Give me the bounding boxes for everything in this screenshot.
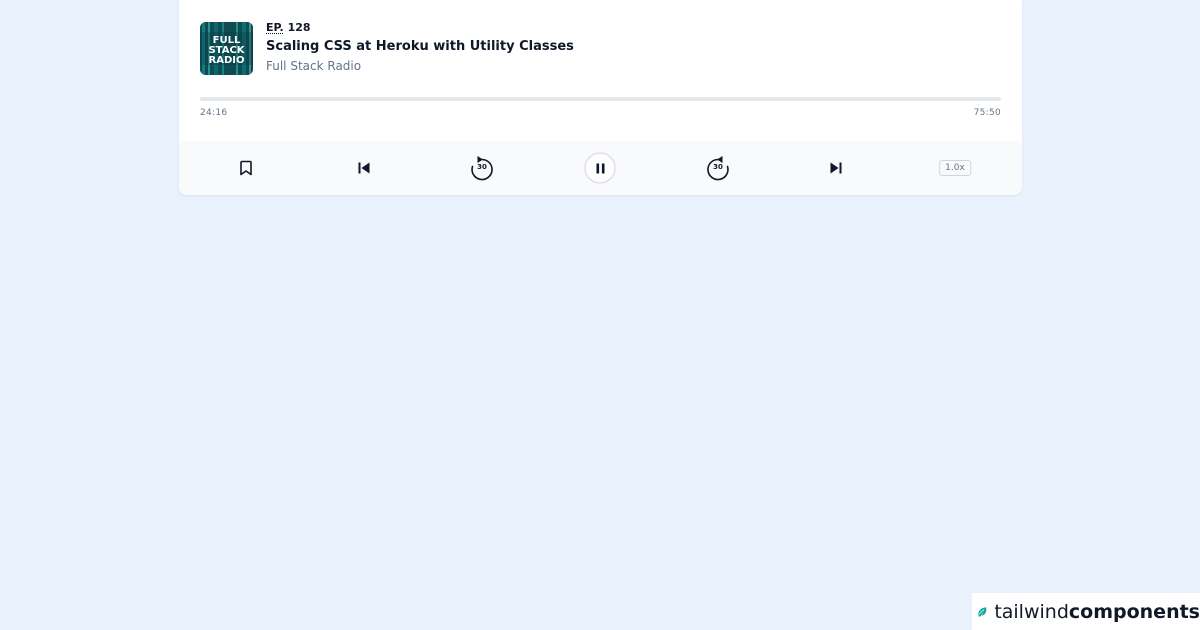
show-name: Full Stack Radio	[266, 59, 362, 73]
progress-bar[interactable]	[200, 97, 1001, 101]
brand-name-light: tailwind	[994, 600, 1069, 623]
progress-fill	[200, 97, 457, 101]
playback-speed-label: 1.0x	[939, 160, 971, 176]
rewind-30-button[interactable]: 30	[469, 154, 495, 182]
bookmark-icon	[240, 160, 252, 176]
next-track-button[interactable]	[829, 161, 843, 175]
playback-speed-button[interactable]: 1.0x	[939, 160, 971, 176]
tailwindcomponents-brand[interactable]: tailwindcomponents	[972, 593, 1200, 630]
episode-title: Scaling CSS at Heroku with Utility Class…	[266, 39, 574, 54]
cover-text-line: RADIO	[209, 55, 245, 66]
brand-name: tailwindcomponents	[994, 601, 1200, 623]
previous-track-button[interactable]	[357, 161, 371, 175]
pause-button[interactable]	[584, 152, 616, 184]
rewind-seconds-label: 30	[477, 163, 487, 171]
audio-player-card: FULL STACK RADIO EP. 128 Scaling CSS at …	[179, 0, 1022, 195]
forward-30-button[interactable]: 30	[705, 154, 731, 182]
brand-name-bold: components	[1068, 600, 1200, 623]
bookmark-button[interactable]	[239, 160, 253, 176]
current-time: 24:16	[200, 108, 228, 118]
next-track-icon	[830, 162, 842, 174]
playback-controls-bar: 30 30 1.0x	[179, 141, 1022, 195]
podcast-cover-art: FULL STACK RADIO	[200, 22, 253, 75]
episode-number-value: 128	[287, 21, 311, 34]
episode-prefix: EP.	[266, 21, 284, 34]
forward-seconds-label: 30	[713, 163, 723, 171]
previous-track-icon	[358, 162, 370, 174]
total-time: 75:50	[973, 108, 1001, 118]
pause-icon	[596, 163, 604, 173]
tailwindcomponents-logo-icon	[978, 606, 987, 617]
episode-number: EP. 128	[266, 21, 311, 34]
